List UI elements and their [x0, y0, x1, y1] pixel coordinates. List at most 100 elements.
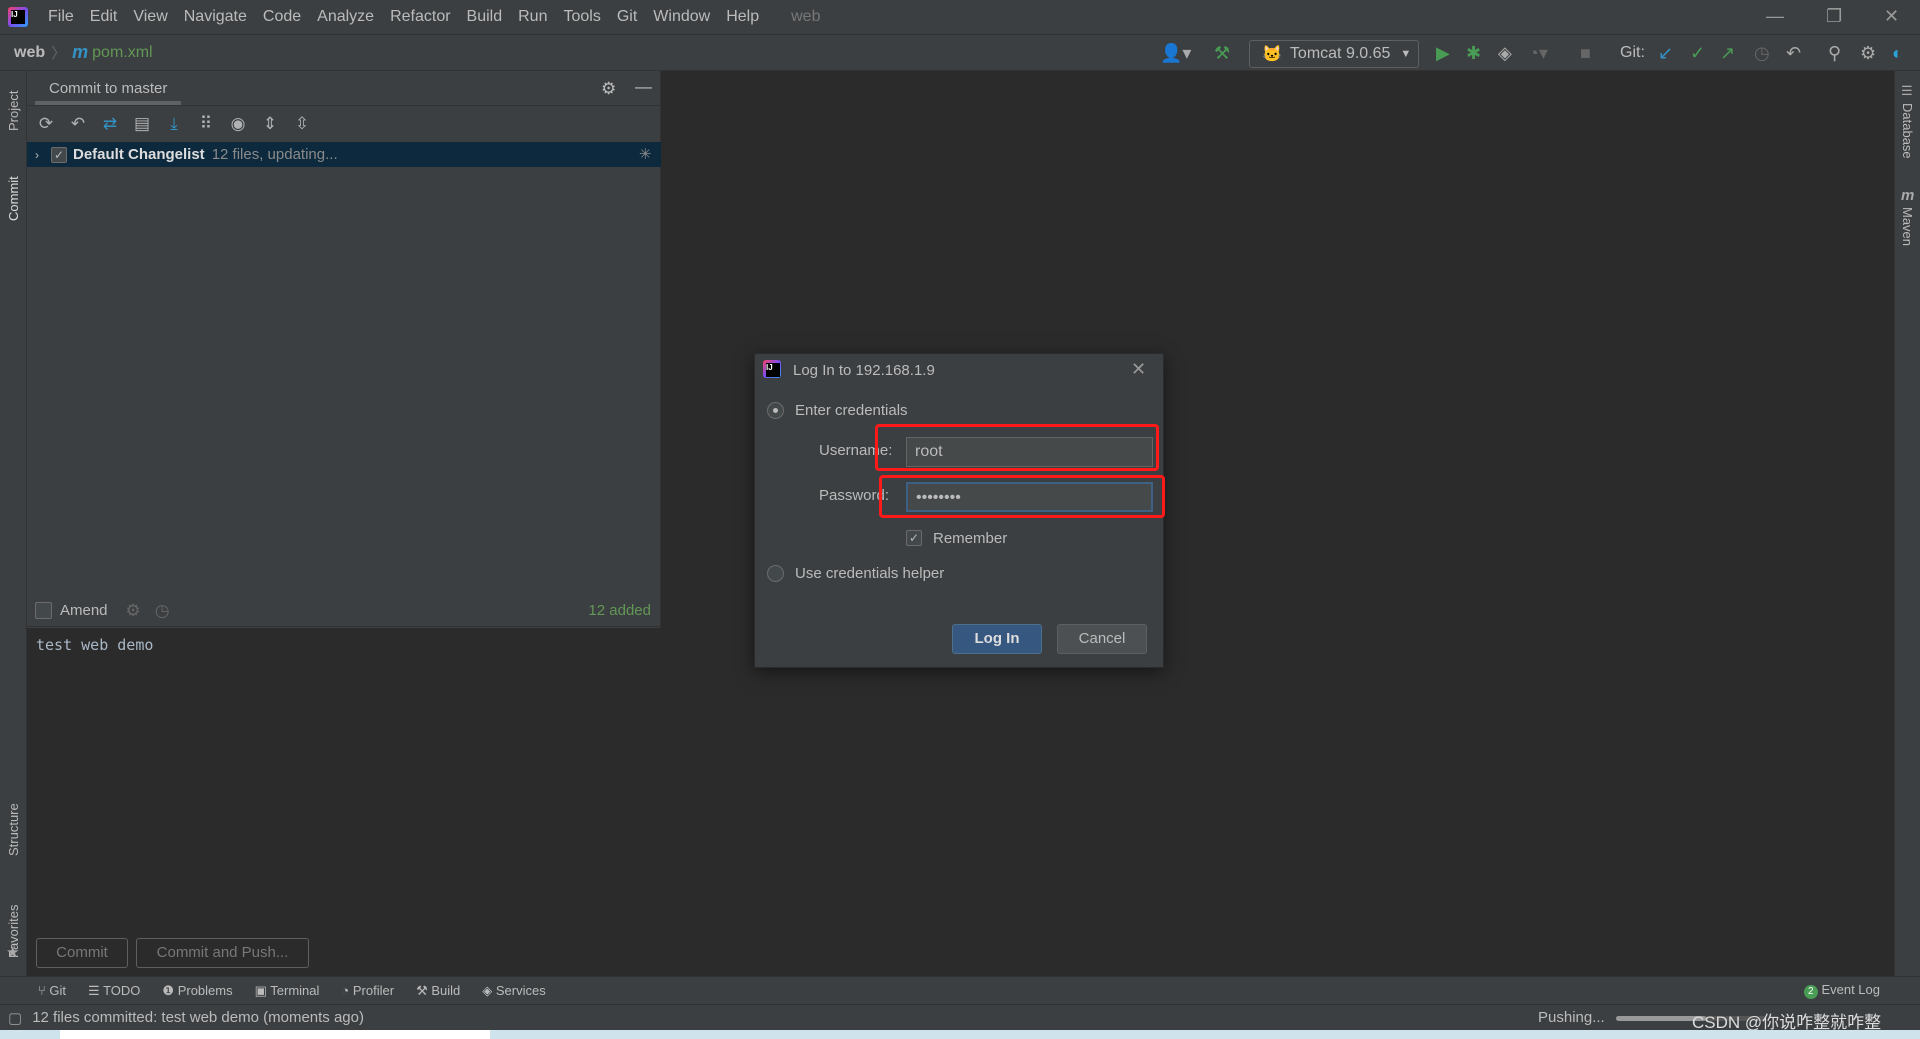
commit-history-icon[interactable]: ◷: [155, 601, 170, 621]
restore-icon[interactable]: ❐: [1826, 6, 1842, 27]
menu-file[interactable]: File: [40, 8, 82, 26]
stop-icon[interactable]: ■: [1580, 44, 1591, 62]
search-icon[interactable]: ⚲: [1828, 44, 1841, 62]
password-highlight-box: [879, 475, 1165, 518]
menu-help[interactable]: Help: [718, 8, 767, 26]
git-rollback-icon[interactable]: ↶: [1786, 44, 1801, 62]
refresh-icon[interactable]: ⟳: [37, 114, 55, 134]
run-icon[interactable]: ▶: [1436, 44, 1450, 62]
git-push-icon[interactable]: ↗: [1720, 44, 1735, 62]
credentials-helper-radio[interactable]: [767, 565, 784, 582]
build-hammer-icon[interactable]: ⚒: [1214, 44, 1230, 62]
tool-window-bar: ⑂ Git ☰ TODO ❶ Problems ▣ Terminal ◔ Pro…: [0, 976, 1920, 1004]
structure-tool-button[interactable]: Structure: [6, 803, 21, 856]
commit-tool-button[interactable]: Commit: [6, 176, 21, 221]
commit-button[interactable]: Commit: [36, 938, 128, 968]
amend-checkbox[interactable]: [35, 602, 52, 619]
changelist-row[interactable]: › ✓ Default Changelist 12 files, updatin…: [27, 142, 661, 167]
credentials-helper-label[interactable]: Use credentials helper: [795, 565, 944, 582]
expand-all-icon[interactable]: ⇕: [261, 114, 279, 134]
show-diff-icon[interactable]: ⇄: [101, 114, 119, 134]
menu-view[interactable]: View: [125, 8, 175, 26]
tool-build[interactable]: ⚒ Build: [416, 983, 460, 999]
rollback-icon[interactable]: ↶: [69, 114, 87, 134]
amend-label[interactable]: Amend: [60, 602, 108, 619]
menu-refactor[interactable]: Refactor: [382, 8, 458, 26]
login-button[interactable]: Log In: [952, 624, 1042, 654]
changelist-status: 12 files, updating...: [211, 146, 338, 163]
commit-options-gear-icon[interactable]: ⚙: [126, 601, 141, 621]
menu-analyze[interactable]: Analyze: [309, 8, 382, 26]
remember-label[interactable]: Remember: [933, 530, 1007, 547]
profile-icon[interactable]: ◔▾: [1528, 44, 1548, 62]
shelve-icon[interactable]: ⤓: [165, 114, 183, 134]
tool-problems[interactable]: ❶ Problems: [162, 983, 232, 999]
menu-tools[interactable]: Tools: [555, 8, 608, 26]
run-configuration-select[interactable]: 🐱 Tomcat 9.0.65 ▼: [1249, 40, 1419, 68]
changelist-checkbox[interactable]: ✓: [51, 146, 67, 163]
dialog-title: Log In to 192.168.1.9: [793, 362, 935, 379]
event-log-label: Event Log: [1821, 982, 1880, 997]
user-icon[interactable]: 👤▾: [1160, 44, 1191, 62]
username-highlight-box: [875, 424, 1159, 471]
tool-profiler[interactable]: ◔ Profiler: [341, 983, 394, 998]
tool-git[interactable]: ⑂ Git: [38, 983, 66, 998]
debug-icon[interactable]: ✱: [1466, 44, 1481, 62]
git-update-icon[interactable]: ↙: [1658, 44, 1673, 62]
services-icon: ◈: [482, 982, 496, 998]
collapse-all-icon[interactable]: ⇳: [293, 114, 311, 134]
added-count: 12 added: [588, 602, 651, 619]
menu-git[interactable]: Git: [609, 8, 645, 26]
menu-edit[interactable]: Edit: [82, 8, 126, 26]
terminal-icon: ▣: [254, 982, 271, 998]
status-message: 12 files committed: test web demo (momen…: [32, 1009, 364, 1026]
menu-window[interactable]: Window: [645, 8, 718, 26]
commit-message-input[interactable]: test web demo: [27, 628, 661, 976]
run-configuration-label: Tomcat 9.0.65: [1289, 45, 1391, 62]
menu-run[interactable]: Run: [510, 8, 555, 26]
commit-and-push-button[interactable]: Commit and Push...: [136, 938, 309, 968]
status-toggle-icon[interactable]: ▢: [8, 1009, 22, 1027]
changelist-icon[interactable]: ▤: [133, 114, 151, 134]
tool-terminal[interactable]: ▣ Terminal: [255, 983, 320, 999]
cancel-button[interactable]: Cancel: [1057, 624, 1147, 654]
panel-settings-icon[interactable]: ⚙: [601, 79, 616, 99]
project-title: web: [791, 8, 821, 25]
left-tool-strip: Project Commit Structure Favorites ★: [0, 71, 27, 976]
database-tool-button[interactable]: Database: [1900, 103, 1915, 159]
menu-code[interactable]: Code: [255, 8, 309, 26]
settings-gear-icon[interactable]: ⚙: [1860, 44, 1876, 62]
git-history-icon[interactable]: ◷: [1754, 44, 1770, 62]
tool-todo[interactable]: ☰ TODO: [88, 983, 140, 999]
project-tool-button[interactable]: Project: [6, 91, 21, 131]
enter-credentials-label[interactable]: Enter credentials: [795, 402, 908, 419]
menu-navigate[interactable]: Navigate: [176, 8, 255, 26]
coverage-icon[interactable]: ◈: [1498, 44, 1512, 62]
star-icon: ★: [6, 944, 20, 961]
dialog-app-icon: [763, 360, 781, 378]
tool-services[interactable]: ◈ Services: [482, 983, 545, 999]
breadcrumb-project[interactable]: web: [14, 44, 45, 62]
commit-tab[interactable]: Commit to master: [35, 71, 182, 105]
push-progress-label: Pushing...: [1538, 1009, 1605, 1026]
database-icon: ☰: [1901, 83, 1913, 98]
group-by-icon[interactable]: ⠿: [197, 114, 215, 134]
maven-strip-icon: m: [1901, 187, 1915, 204]
event-log-badge: 2: [1803, 985, 1818, 999]
menu-build[interactable]: Build: [459, 8, 511, 26]
git-commit-icon[interactable]: ✓: [1690, 44, 1705, 62]
close-window-icon[interactable]: ✕: [1884, 6, 1899, 27]
minimize-icon[interactable]: —: [1766, 6, 1784, 27]
toolbox-icon[interactable]: ◐: [1892, 44, 1903, 62]
dialog-close-icon[interactable]: ✕: [1131, 359, 1146, 380]
enter-credentials-radio[interactable]: [767, 402, 784, 419]
hide-panel-icon[interactable]: —: [635, 77, 652, 97]
remember-checkbox[interactable]: ✓: [906, 530, 922, 546]
breadcrumb-file[interactable]: pom.xml: [92, 44, 152, 62]
maven-tool-button[interactable]: Maven: [1900, 207, 1915, 246]
view-options-icon[interactable]: ◉: [229, 114, 247, 134]
commit-panel: Commit to master ⚙ — ⟳ ↶ ⇄ ▤ ⤓ ⠿ ◉ ⇕ ⇳ ›…: [27, 71, 661, 976]
event-log-button[interactable]: 2 Event Log: [1803, 982, 1880, 999]
breadcrumb-separator-icon: 〉: [51, 45, 67, 62]
expand-arrow-icon[interactable]: ›: [35, 148, 39, 162]
